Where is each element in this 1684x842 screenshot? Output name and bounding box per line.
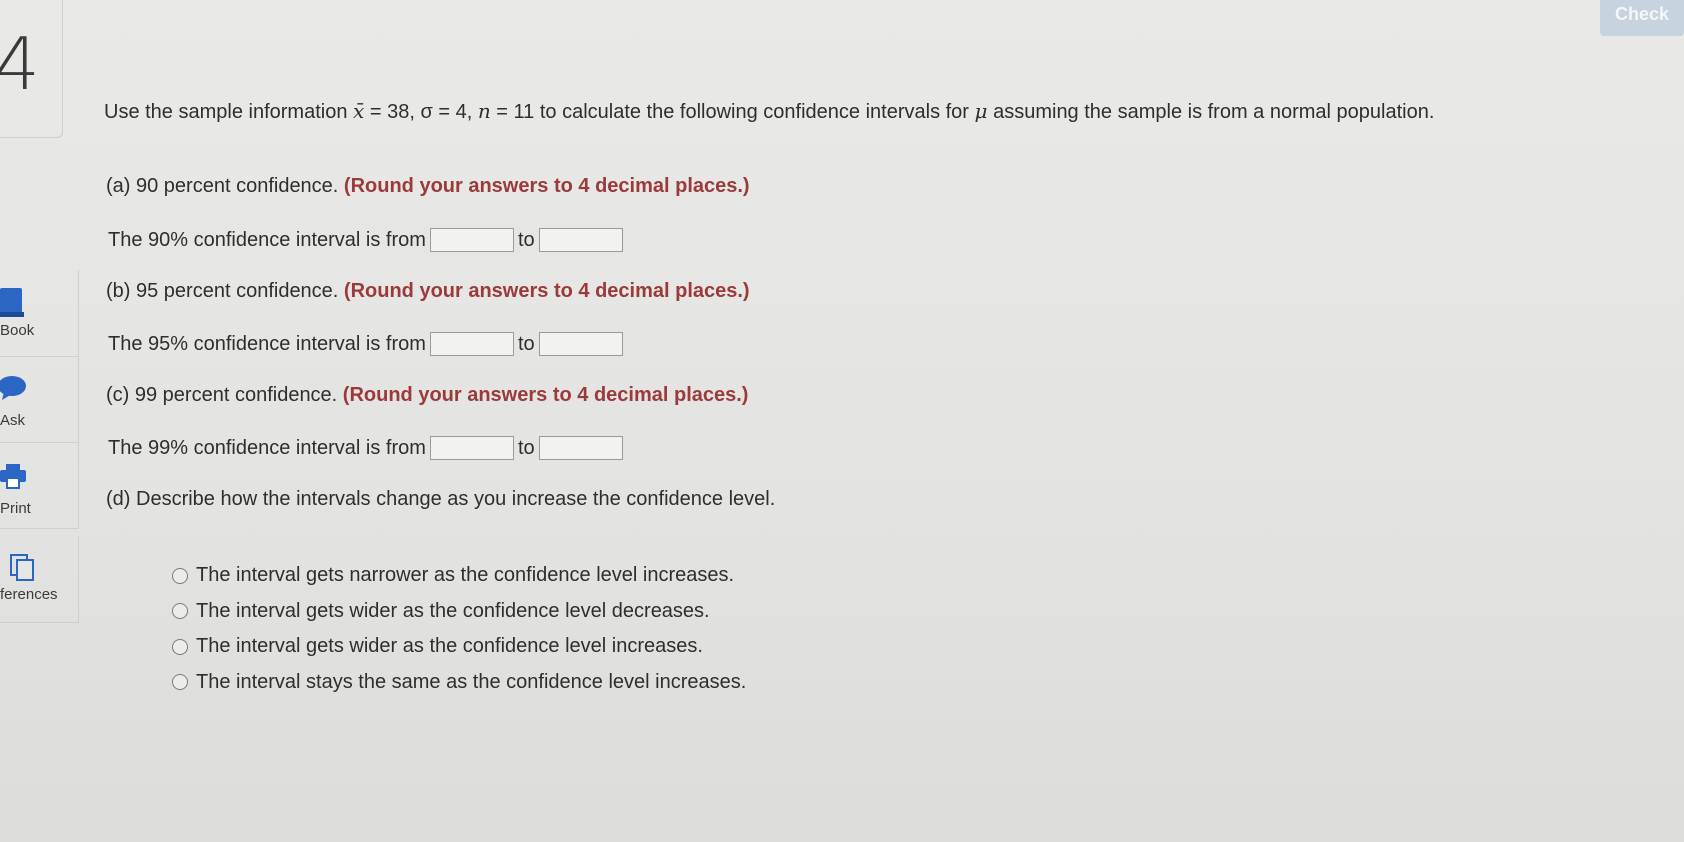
xbar-symbol: x̄ [353,99,365,123]
copy-icon [10,554,36,587]
sidebar-item-label: Book [0,322,35,339]
part-d-options: The interval gets narrower as the confid… [172,558,746,700]
sidebar-item-ask[interactable]: Ask [0,356,79,443]
option-label: The interval stays the same as the confi… [196,670,747,693]
part-b-lower-input[interactable] [429,332,514,356]
sidebar-item-book[interactable]: Book [0,270,79,357]
option-label: The interval gets wider as the confidenc… [196,599,710,622]
question-intro: Use the sample information x̄ = 38, σ = … [104,99,1435,123]
question-number-box: 4 [0,0,63,138]
part-a-lower-input[interactable] [429,228,514,252]
n-symbol: n [477,99,491,123]
part-c-lower-input[interactable] [429,436,514,460]
part-a-upper-input[interactable] [538,228,623,252]
question-number: 4 [0,22,40,106]
part-d-heading: (d) Describe how the intervals change as… [106,488,776,510]
sidebar-item-print[interactable]: Print [0,442,79,529]
mu-symbol: μ [974,99,988,123]
radio-button[interactable] [172,638,188,655]
part-c-heading: (c) 99 percent confidence. (Round your a… [106,384,749,406]
book-icon [0,288,26,323]
radio-button[interactable] [172,674,188,691]
sidebar-item-label: Print [0,500,31,517]
radio-button[interactable] [172,567,188,584]
chat-bubble-icon [0,376,28,405]
printer-icon [0,464,28,495]
sidebar: 4 Book Ask Print ferences [0,0,80,842]
option-same-increases[interactable]: The interval stays the same as the confi… [172,665,746,701]
sidebar-item-label: ferences [0,586,58,603]
sidebar-item-references[interactable]: ferences [0,536,79,623]
radio-button[interactable] [172,603,188,620]
part-b-upper-input[interactable] [538,332,623,356]
part-a-answer-row: The 90% confidence interval is from to [108,228,627,252]
sidebar-item-label: Ask [0,412,26,429]
part-b-heading: (b) 95 percent confidence. (Round your a… [106,280,750,302]
part-c-upper-input[interactable] [538,436,623,460]
option-narrower-increases[interactable]: The interval gets narrower as the confid… [172,558,746,594]
part-c-answer-row: The 99% confidence interval is from to [108,436,627,460]
option-label: The interval gets narrower as the confid… [196,564,735,587]
check-button[interactable]: Check [1600,0,1684,36]
part-b-answer-row: The 95% confidence interval is from to [108,332,627,356]
option-wider-increases[interactable]: The interval gets wider as the confidenc… [172,629,746,665]
option-label: The interval gets wider as the confidenc… [196,635,703,658]
part-a-heading: (a) 90 percent confidence. (Round your a… [106,175,750,197]
option-wider-decreases[interactable]: The interval gets wider as the confidenc… [172,594,746,630]
